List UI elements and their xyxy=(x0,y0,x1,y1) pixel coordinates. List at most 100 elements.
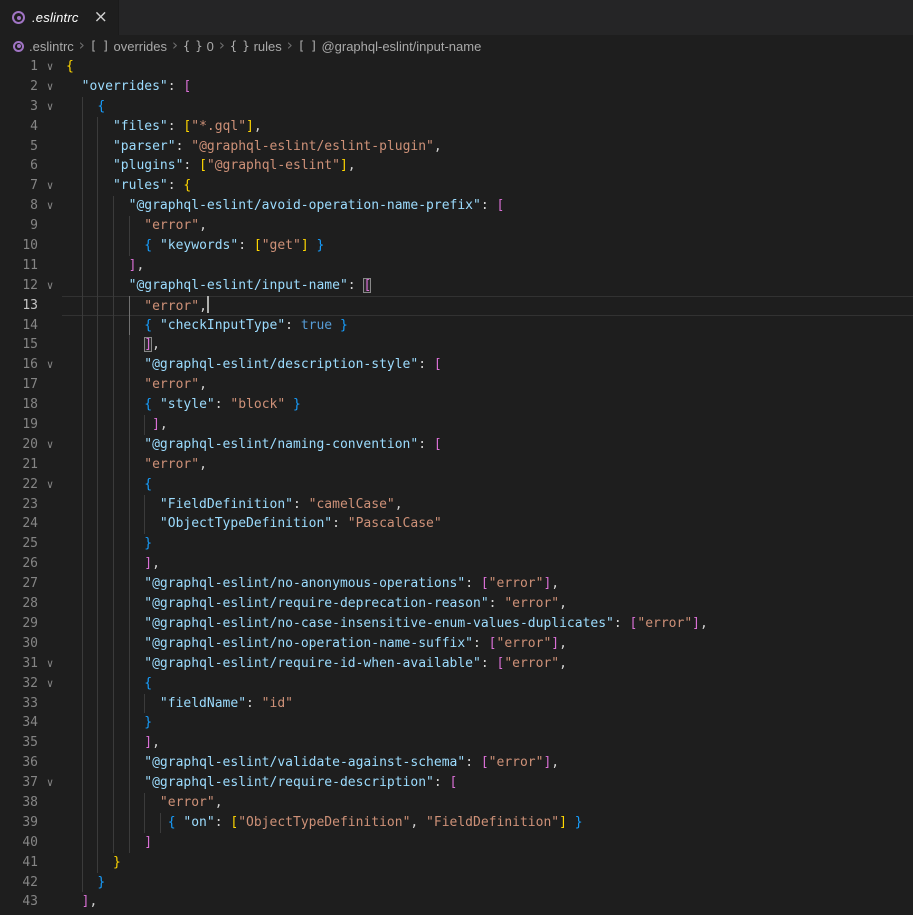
code-line-content: "FieldDefinition": "camelCase", xyxy=(62,495,913,515)
indent-guide xyxy=(82,674,83,694)
code-line[interactable]: 34 } xyxy=(0,713,913,733)
indent-guide xyxy=(144,694,145,714)
fold-chevron-icon[interactable]: ∨ xyxy=(38,475,62,495)
code-line[interactable]: 12∨ "@graphql-eslint/input-name": [ xyxy=(0,276,913,296)
code-line[interactable]: 22∨ { xyxy=(0,475,913,495)
text-cursor xyxy=(207,296,209,313)
breadcrumb-item-0[interactable]: { } 0 xyxy=(183,39,214,54)
code-line[interactable]: 21 "error", xyxy=(0,455,913,475)
code-line[interactable]: 32∨ { xyxy=(0,674,913,694)
code-line[interactable]: 37∨ "@graphql-eslint/require-description… xyxy=(0,773,913,793)
indent-guide xyxy=(97,554,98,574)
token: "get" xyxy=(262,238,301,253)
breadcrumb-item-file[interactable]: .eslintrc xyxy=(13,39,74,54)
indent-guide xyxy=(129,534,130,554)
code-line[interactable]: 29 "@graphql-eslint/no-case-insensitive-… xyxy=(0,614,913,634)
code-line[interactable]: 33 "fieldName": "id" xyxy=(0,694,913,714)
code-line[interactable]: 14 { "checkInputType": true } xyxy=(0,316,913,336)
code-editor[interactable]: 1∨{2∨ "overrides": [3∨ {4 "files": ["*.g… xyxy=(0,57,913,915)
breadcrumb-item-overrides[interactable]: [ ] overrides xyxy=(90,39,167,54)
token: ] xyxy=(301,238,309,253)
code-line[interactable]: 25 } xyxy=(0,534,913,554)
token: "error" xyxy=(144,457,199,472)
indent-guide xyxy=(82,594,83,614)
fold-chevron-icon[interactable]: ∨ xyxy=(38,196,62,216)
fold-chevron-icon[interactable]: ∨ xyxy=(38,654,62,674)
fold-chevron-icon[interactable]: ∨ xyxy=(38,97,62,117)
indent-guide xyxy=(82,276,83,296)
indent-guide xyxy=(97,813,98,833)
token: : xyxy=(168,178,184,193)
line-number: 18 xyxy=(0,395,38,415)
token: true xyxy=(301,318,332,333)
code-line[interactable]: 3∨ { xyxy=(0,97,913,117)
code-line[interactable]: 40 ] xyxy=(0,833,913,853)
indent-guide xyxy=(97,375,98,395)
line-number: 2 xyxy=(0,77,38,97)
code-line[interactable]: 27 "@graphql-eslint/no-anonymous-operati… xyxy=(0,574,913,594)
indent-guide xyxy=(129,793,130,813)
code-line[interactable]: 11 ], xyxy=(0,256,913,276)
fold-chevron-icon[interactable]: ∨ xyxy=(38,435,62,455)
fold-chevron-icon[interactable]: ∨ xyxy=(38,276,62,296)
fold-chevron-icon[interactable]: ∨ xyxy=(38,674,62,694)
fold-chevron-icon[interactable]: ∨ xyxy=(38,77,62,97)
code-line[interactable]: 26 ], xyxy=(0,554,913,574)
token: , xyxy=(160,417,168,432)
code-line[interactable]: 39 { "on": ["ObjectTypeDefinition", "Fie… xyxy=(0,813,913,833)
code-line[interactable]: 28 "@graphql-eslint/require-deprecation-… xyxy=(0,594,913,614)
token: : xyxy=(168,79,184,94)
code-line[interactable]: 9 "error", xyxy=(0,216,913,236)
code-line[interactable]: 8∨ "@graphql-eslint/avoid-operation-name… xyxy=(0,196,913,216)
code-line[interactable]: 10 { "keywords": ["get"] } xyxy=(0,236,913,256)
breadcrumb-item-rules[interactable]: { } rules xyxy=(230,39,282,54)
close-icon[interactable]: × xyxy=(94,9,108,26)
breadcrumb-item-input-name[interactable]: [ ] @graphql-eslint/input-name xyxy=(298,39,482,54)
fold-chevron-icon[interactable]: ∨ xyxy=(38,773,62,793)
code-line-content: { "on": ["ObjectTypeDefinition", "FieldD… xyxy=(62,813,913,833)
code-line[interactable]: 4 "files": ["*.gql"], xyxy=(0,117,913,137)
code-line[interactable]: 19 ], xyxy=(0,415,913,435)
code-line[interactable]: 30 "@graphql-eslint/no-operation-name-su… xyxy=(0,634,913,654)
line-number: 21 xyxy=(0,455,38,475)
fold-gutter xyxy=(38,156,62,176)
code-line[interactable]: 24 "ObjectTypeDefinition": "PascalCase" xyxy=(0,514,913,534)
line-number: 35 xyxy=(0,733,38,753)
code-line[interactable]: 38 "error", xyxy=(0,793,913,813)
fold-chevron-icon[interactable]: ∨ xyxy=(38,57,62,77)
code-line[interactable]: 13 "error", xyxy=(0,296,913,316)
code-line[interactable]: 1∨{ xyxy=(0,57,913,77)
fold-chevron-icon[interactable]: ∨ xyxy=(38,355,62,375)
token xyxy=(285,397,293,412)
code-line[interactable]: 31∨ "@graphql-eslint/require-id-when-ava… xyxy=(0,654,913,674)
code-line-content: "@graphql-eslint/no-case-insensitive-enu… xyxy=(62,614,913,634)
code-line-content: { xyxy=(62,674,913,694)
indent-guide xyxy=(82,853,83,873)
fold-chevron-icon[interactable]: ∨ xyxy=(38,176,62,196)
token: "FieldDefinition" xyxy=(160,497,293,512)
code-line[interactable]: 20∨ "@graphql-eslint/naming-convention":… xyxy=(0,435,913,455)
code-line[interactable]: 18 { "style": "block" } xyxy=(0,395,913,415)
indent-guide xyxy=(97,117,98,137)
token: "block" xyxy=(230,397,285,412)
code-line[interactable]: 6 "plugins": ["@graphql-eslint"], xyxy=(0,156,913,176)
code-line[interactable]: 17 "error", xyxy=(0,375,913,395)
fold-gutter xyxy=(38,694,62,714)
code-line[interactable]: 16∨ "@graphql-eslint/description-style":… xyxy=(0,355,913,375)
code-line[interactable]: 7∨ "rules": { xyxy=(0,176,913,196)
code-line[interactable]: 5 "parser": "@graphql-eslint/eslint-plug… xyxy=(0,137,913,157)
tab-eslintrc[interactable]: .eslintrc × xyxy=(0,0,119,35)
code-line[interactable]: 35 ], xyxy=(0,733,913,753)
indent-guide xyxy=(97,753,98,773)
code-line[interactable]: 36 "@graphql-eslint/validate-against-sch… xyxy=(0,753,913,773)
code-line[interactable]: 43 ], xyxy=(0,892,913,912)
code-line[interactable]: 42 } xyxy=(0,873,913,893)
token: "@graphql-eslint/description-style" xyxy=(144,357,418,372)
indent-guide xyxy=(82,97,83,117)
code-line[interactable]: 15 ], xyxy=(0,335,913,355)
token: : xyxy=(238,238,254,253)
indent-guide xyxy=(113,514,114,534)
code-line[interactable]: 41 } xyxy=(0,853,913,873)
code-line[interactable]: 2∨ "overrides": [ xyxy=(0,77,913,97)
code-line[interactable]: 23 "FieldDefinition": "camelCase", xyxy=(0,495,913,515)
